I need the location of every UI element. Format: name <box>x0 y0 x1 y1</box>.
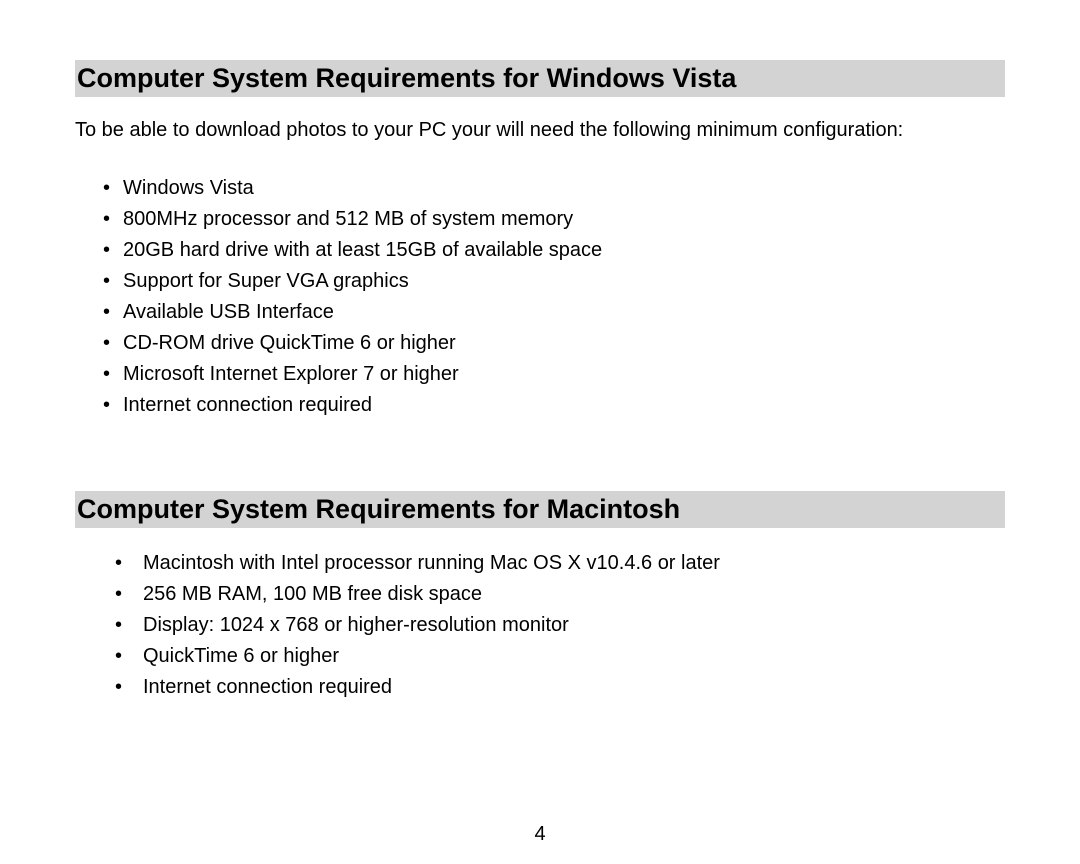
list-item: 20GB hard drive with at least 15GB of av… <box>103 235 1005 266</box>
list-item: Internet connection required <box>115 672 1005 703</box>
page-number: 4 <box>0 823 1080 846</box>
requirements-list-windows: Windows Vista 800MHz processor and 512 M… <box>75 173 1005 421</box>
list-item: Support for Super VGA graphics <box>103 266 1005 297</box>
list-item: Available USB Interface <box>103 297 1005 328</box>
list-item: Macintosh with Intel processor running M… <box>115 548 1005 579</box>
list-item: Display: 1024 x 768 or higher-resolution… <box>115 610 1005 641</box>
section-windows-vista: Computer System Requirements for Windows… <box>75 60 1005 421</box>
requirements-list-macintosh: Macintosh with Intel processor running M… <box>75 548 1005 703</box>
list-item: Internet connection required <box>103 390 1005 421</box>
list-item: CD-ROM drive QuickTime 6 or higher <box>103 328 1005 359</box>
list-item: QuickTime 6 or higher <box>115 641 1005 672</box>
section-macintosh: Computer System Requirements for Macinto… <box>75 491 1005 703</box>
list-item: 800MHz processor and 512 MB of system me… <box>103 204 1005 235</box>
list-item: 256 MB RAM, 100 MB free disk space <box>115 579 1005 610</box>
heading-windows-vista: Computer System Requirements for Windows… <box>75 60 1005 97</box>
intro-text: To be able to download photos to your PC… <box>75 117 1005 143</box>
heading-macintosh: Computer System Requirements for Macinto… <box>75 491 1005 528</box>
list-item: Windows Vista <box>103 173 1005 204</box>
list-item: Microsoft Internet Explorer 7 or higher <box>103 359 1005 390</box>
